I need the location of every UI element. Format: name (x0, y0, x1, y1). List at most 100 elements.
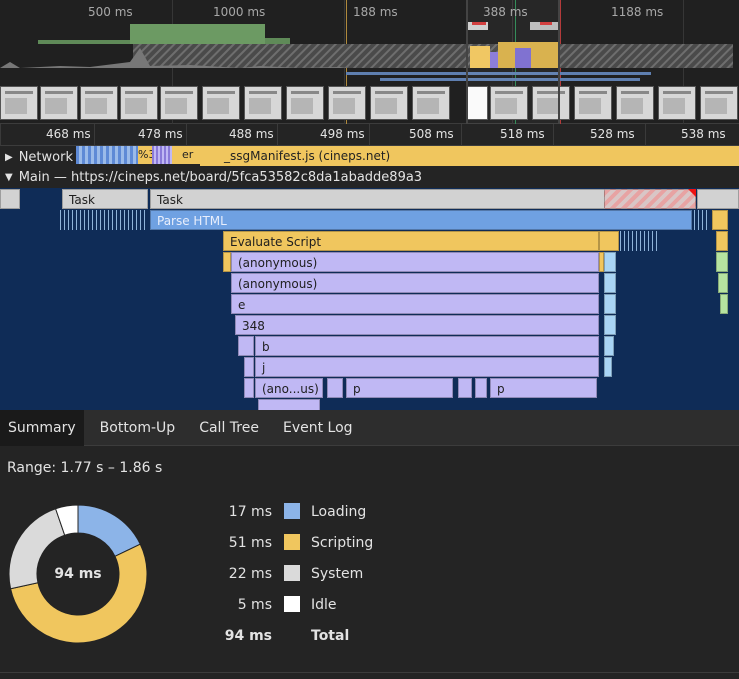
flame-label: p (497, 382, 505, 396)
flame-call[interactable] (604, 273, 616, 293)
flame-call-anonymous[interactable]: (anonymous) (231, 252, 599, 272)
screenshot-thumb[interactable] (160, 86, 198, 120)
screenshot-thumb[interactable] (286, 86, 324, 120)
screenshot-thumb[interactable] (120, 86, 158, 120)
time-ruler: 468 ms 478 ms 488 ms 498 ms 508 ms 518 m… (0, 124, 739, 146)
flame-call[interactable] (604, 315, 616, 335)
flame-evaluate-script[interactable] (599, 231, 619, 251)
flame-call-e[interactable]: e (231, 294, 599, 314)
screenshot-thumb[interactable] (412, 86, 450, 120)
overview-label: 188 ms (353, 5, 398, 19)
flame-evaluate-script[interactable]: Evaluate Script (223, 231, 599, 251)
flame-call-p[interactable]: p (346, 378, 453, 398)
flame-call-anonymous[interactable]: (ano...us) (255, 378, 323, 398)
overview-label: 1000 ms (213, 5, 266, 19)
details-tabbar: Summary Bottom-Up Call Tree Event Log (0, 410, 739, 446)
flame-call[interactable] (604, 294, 616, 314)
flame-call[interactable] (718, 273, 728, 293)
flame-task[interactable]: Task (150, 189, 605, 209)
screenshot-thumb[interactable] (80, 86, 118, 120)
summary-panel: Range: 1.77 s – 1.86 s 94 ms 17 ms Loadi… (0, 446, 739, 679)
flame-evaluate-script[interactable] (716, 231, 728, 251)
screenshot-thumb[interactable] (328, 86, 366, 120)
network-request-bar[interactable]: _ssgManifest.js (cineps.net) (200, 146, 739, 166)
flame-label: p (353, 382, 361, 396)
legend-value: 51 ms (228, 535, 272, 551)
tab-bottom-up[interactable]: Bottom-Up (92, 410, 184, 446)
legend-value: 22 ms (228, 566, 272, 582)
main-flame-chart[interactable]: Task Task Parse HTML Evaluate Script (an… (0, 188, 739, 410)
flame-label: (ano...us) (262, 382, 319, 396)
flame-evaluate-script[interactable] (712, 210, 728, 230)
overview-label: 500 ms (88, 5, 133, 19)
flame-call-348[interactable]: 348 (235, 315, 599, 335)
flame-label: j (262, 361, 266, 375)
legend-row-idle: 5 ms Idle (200, 593, 440, 624)
main-track-header[interactable]: ▼ Main — https://cineps.net/board/5fca53… (0, 167, 739, 188)
overview-label: 1188 ms (611, 5, 664, 19)
flame-task[interactable]: Task (62, 189, 148, 209)
screenshot-thumb[interactable] (244, 86, 282, 120)
ruler-tick: 508 ms (409, 127, 454, 141)
screenshot-filmstrip[interactable] (0, 86, 739, 120)
ruler-tick: 518 ms (500, 127, 545, 141)
network-request-bar[interactable]: er (172, 146, 200, 164)
screenshot-thumb[interactable] (40, 86, 78, 120)
tab-summary[interactable]: Summary (0, 410, 84, 446)
flame-stripes (60, 210, 148, 230)
flame-call-j[interactable]: j (255, 357, 599, 377)
network-request-bar[interactable] (152, 146, 172, 164)
ruler-tickline (461, 124, 462, 146)
flame-evaluate-script[interactable] (223, 252, 231, 272)
flame-call[interactable] (720, 294, 728, 314)
flame-label: e (238, 298, 246, 312)
flame-call[interactable] (716, 252, 728, 272)
overview-selection-window[interactable] (466, 0, 560, 124)
flame-call[interactable] (604, 336, 614, 356)
flame-call-anonymous[interactable]: (anonymous) (231, 273, 599, 293)
network-request-bar[interactable]: %3 (138, 146, 155, 164)
network-request-bar[interactable] (76, 146, 138, 164)
flame-parse-html[interactable]: Parse HTML (150, 210, 692, 230)
flame-call[interactable] (604, 357, 612, 377)
ruler-tickline (645, 124, 646, 146)
flame-call[interactable] (258, 399, 320, 410)
expand-arrow-icon[interactable]: ▶ (5, 152, 13, 163)
loading-swatch (284, 503, 300, 519)
flame-call[interactable] (604, 252, 616, 272)
donut-total-label: 94 ms (54, 566, 102, 582)
idle-swatch (284, 596, 300, 612)
flame-call[interactable] (244, 357, 254, 377)
ruler-tickline (553, 124, 554, 146)
tab-call-tree[interactable]: Call Tree (191, 410, 267, 446)
ruler-tickline (369, 124, 370, 146)
flame-call[interactable] (458, 378, 472, 398)
screenshot-thumb[interactable] (616, 86, 654, 120)
flame-task[interactable] (0, 189, 20, 209)
range-label: Range: 1.77 s – 1.86 s (7, 460, 163, 476)
screenshot-thumb[interactable] (0, 86, 38, 120)
tab-event-log[interactable]: Event Log (275, 410, 361, 446)
network-request-label: er (182, 148, 194, 161)
ruler-tick: 468 ms (46, 127, 91, 141)
screenshot-thumb[interactable] (370, 86, 408, 120)
flame-task[interactable] (697, 189, 739, 209)
flame-call[interactable] (238, 336, 254, 356)
screenshot-thumb[interactable] (202, 86, 240, 120)
flame-call[interactable] (244, 378, 254, 398)
ruler-tickline (186, 124, 187, 146)
flame-call[interactable] (327, 378, 343, 398)
collapse-arrow-icon[interactable]: ▼ (5, 172, 13, 183)
cpu-activity-chart (0, 22, 733, 68)
legend-name: Loading (311, 504, 367, 520)
screenshot-thumb[interactable] (574, 86, 612, 120)
flame-call-b[interactable]: b (255, 336, 599, 356)
legend-name: Idle (311, 597, 337, 613)
flame-call-p[interactable]: p (490, 378, 597, 398)
long-task-warning-region[interactable] (604, 189, 696, 209)
screenshot-thumb[interactable] (700, 86, 738, 120)
panel-divider (0, 672, 739, 673)
screenshot-thumb[interactable] (658, 86, 696, 120)
flame-call[interactable] (475, 378, 487, 398)
timeline-overview[interactable]: 500 ms 1000 ms 188 ms 388 ms 1188 ms (0, 0, 739, 124)
